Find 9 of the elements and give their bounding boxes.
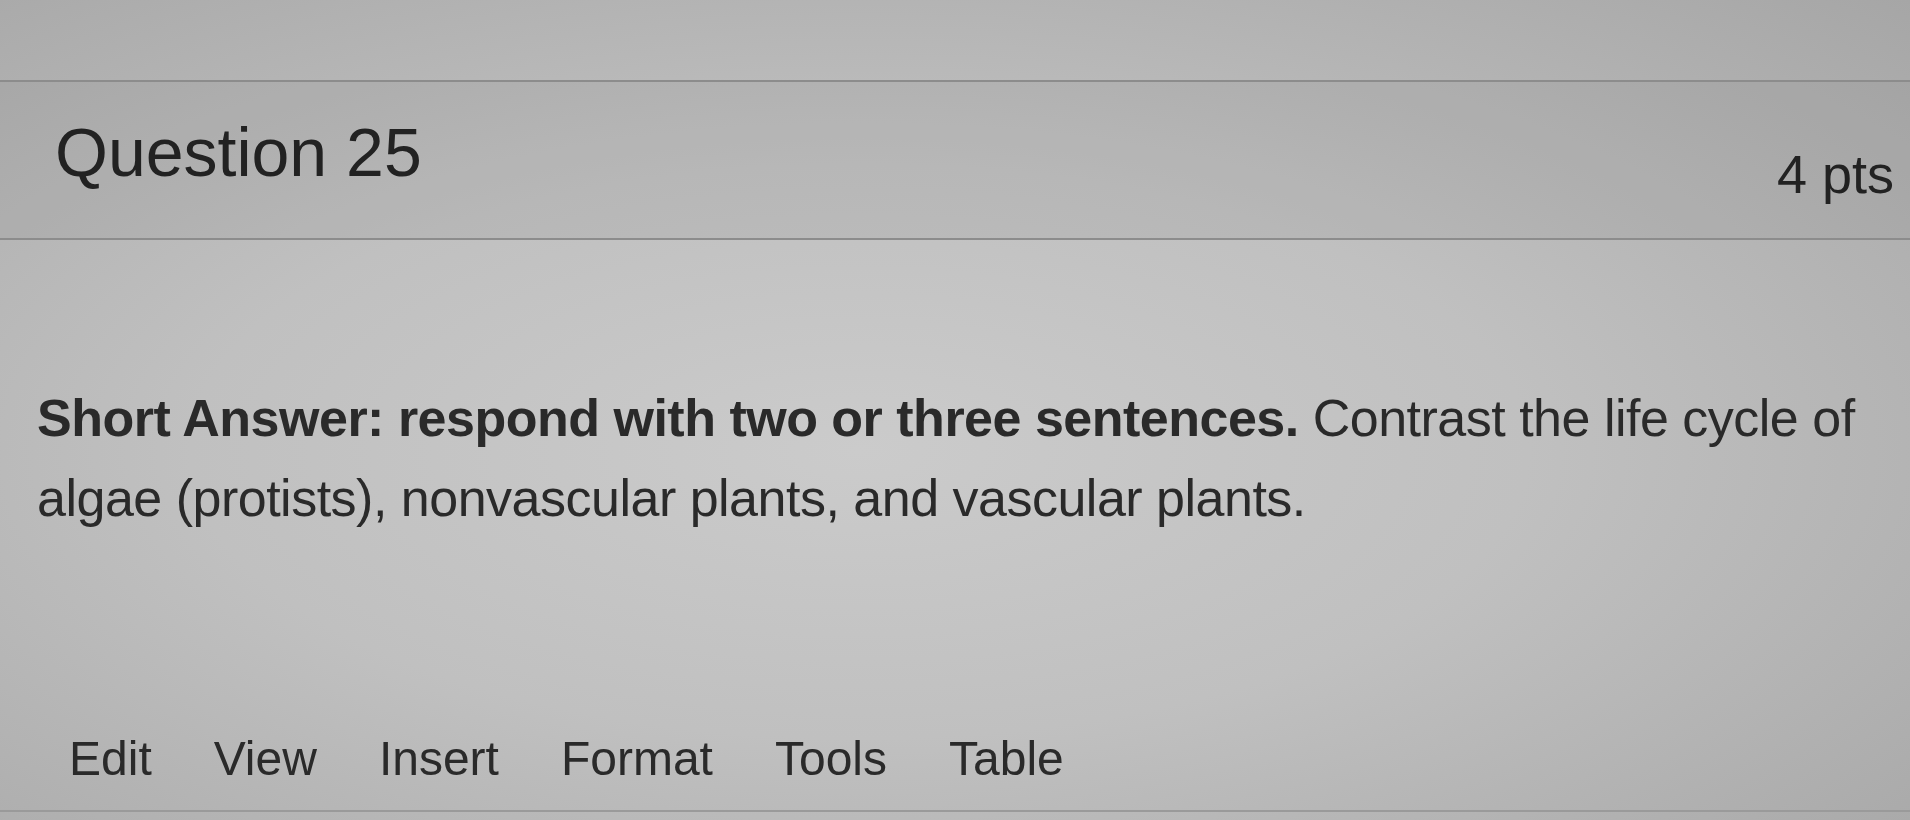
points-label: 4 pts bbox=[1776, 143, 1894, 206]
menu-item[interactable]: Insert bbox=[378, 730, 499, 788]
menu-item[interactable]: Format bbox=[560, 730, 713, 788]
menu-item[interactable]: Table bbox=[949, 730, 1064, 788]
menu-item[interactable]: Tools bbox=[774, 730, 887, 788]
question-prompt: Short Answer: respond with two or three sentences. Contrast the life cycle of algae (protists), nonvascular plants, and vascular plants. bbox=[37, 388, 1857, 529]
question-title: Question 25 bbox=[55, 113, 422, 192]
menu-item[interactable]: Edit bbox=[69, 730, 152, 788]
menu-item[interactable]: View bbox=[213, 730, 317, 788]
